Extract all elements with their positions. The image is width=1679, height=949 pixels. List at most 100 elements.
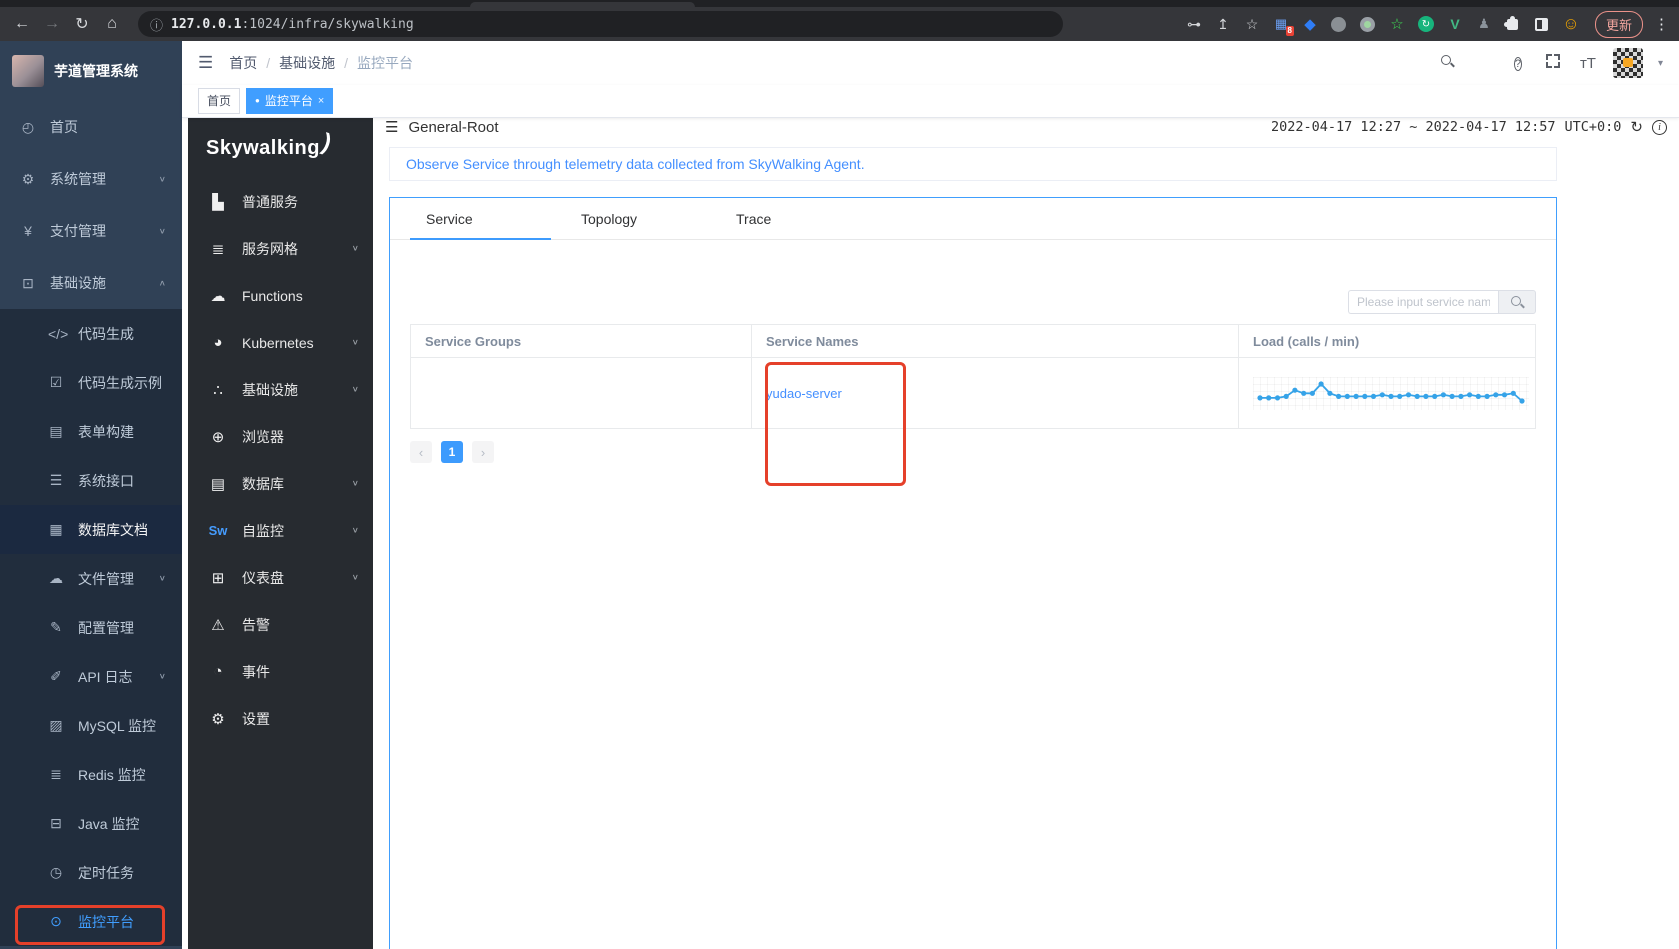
sidebar-item-codegen-demo[interactable]: ☑ 代码生成示例 — [0, 358, 182, 407]
extensions-puzzle-icon[interactable] — [1504, 15, 1522, 33]
sw-item-settings[interactable]: ⚙ 设置 — [188, 695, 373, 742]
sidebar-item-scheduled-jobs[interactable]: ◷ 定时任务 — [0, 848, 182, 897]
bookmark-star-icon[interactable]: ☆ — [1243, 16, 1261, 33]
search-input[interactable] — [1348, 290, 1498, 314]
sw-item-browser[interactable]: ⊕ 浏览器 — [188, 413, 373, 460]
user-avatar[interactable] — [1612, 48, 1643, 78]
panel-body: Service Groups Service Names Load (calls… — [390, 240, 1556, 463]
chart-icon: ▨ — [49, 717, 63, 733]
prev-page-button[interactable]: ‹ — [410, 441, 432, 463]
sw-item-alerting[interactable]: ⚠ 告警 — [188, 601, 373, 648]
extension-gem-icon[interactable]: ◆ — [1301, 15, 1319, 33]
forward-icon[interactable]: → — [40, 12, 64, 36]
screen-icon: ⊟ — [50, 815, 62, 831]
home-icon[interactable]: ⌂ — [100, 12, 124, 36]
sidebar-item-db-doc[interactable]: ▦ 数据库文档 — [0, 505, 182, 554]
site-info-icon[interactable]: ⓘ — [150, 15, 163, 34]
sidebar-item-api-interface[interactable]: ☰ 系统接口 — [0, 456, 182, 505]
sidebar-item-mysql-monitor[interactable]: ▨ MySQL 监控 — [0, 701, 182, 750]
dot-glyph — [1360, 16, 1376, 32]
next-page-button[interactable]: › — [472, 441, 494, 463]
breadcrumb-infra[interactable]: 基础设施 — [279, 53, 335, 73]
tab-trace[interactable]: Trace — [720, 198, 875, 239]
sw-item-self-monitor[interactable]: Sw 自监控 ∨ — [188, 507, 373, 554]
sw-item-kubernetes[interactable]: ◕ Kubernetes ∨ — [188, 319, 373, 366]
app-logo[interactable]: 芋道管理系统 — [0, 41, 182, 101]
tag-monitor-platform[interactable]: ● 监控平台 × — [246, 88, 334, 114]
address-bar[interactable]: ⓘ 127.0.0.1:1024/infra/skywalking — [138, 11, 1063, 37]
menu-fold-icon[interactable]: ☰ — [385, 118, 398, 136]
sidebar-item-file-mgmt[interactable]: ☁ 文件管理 ∨ — [0, 554, 182, 603]
avatar-dropdown-caret[interactable]: ▾ — [1658, 58, 1663, 69]
tag-home[interactable]: 首页 — [198, 88, 241, 114]
extension-circle-icon[interactable] — [1330, 15, 1348, 33]
tag-label: 监控平台 — [264, 94, 313, 108]
extension-star-icon[interactable]: ☆ — [1388, 15, 1406, 33]
sidebar-item-codegen[interactable]: </> 代码生成 — [0, 309, 182, 358]
back-icon[interactable]: ← — [10, 12, 34, 36]
extension-sync-icon[interactable]: ↻ — [1417, 15, 1435, 33]
time-range-picker[interactable]: 2022-04-17 12:27 ~ 2022-04-17 12:57 — [1271, 119, 1555, 135]
font-size-icon[interactable]: тT — [1578, 55, 1598, 72]
sw-item-database[interactable]: ▤ 数据库 ∨ — [188, 460, 373, 507]
tab-bar: Service Topology Trace — [390, 198, 1556, 240]
service-link[interactable]: yudao-server — [766, 386, 842, 401]
sidebar-item-config[interactable]: ✎ 配置管理 — [0, 603, 182, 652]
sidebar-collapse-icon[interactable]: ☰ — [198, 53, 213, 73]
chevron-down-icon: ∨ — [351, 244, 359, 253]
sw-item-dashboards[interactable]: ⊞ 仪表盘 ∨ — [188, 554, 373, 601]
fullscreen-icon[interactable] — [1543, 54, 1563, 72]
password-key-icon[interactable]: ⊶ — [1185, 16, 1203, 33]
extension-grid-icon[interactable]: ▦ 8 — [1272, 15, 1294, 36]
search-button[interactable] — [1498, 290, 1536, 314]
chevron-up-icon: ∧ — [158, 278, 166, 288]
info-icon[interactable]: i — [1652, 119, 1667, 135]
monitor-icon: ⊡ — [22, 274, 34, 291]
fullscreen-glyph — [1545, 54, 1560, 68]
search-icon[interactable] — [1438, 54, 1458, 72]
skywalking-logo[interactable]: Skywalking) — [188, 118, 373, 178]
tab-topology[interactable]: Topology — [565, 198, 720, 239]
close-icon[interactable]: × — [318, 89, 324, 113]
sidebar-item-infrastructure[interactable]: ⊡ 基础设施 ∧ — [0, 257, 182, 309]
extension-vue-devtools-icon[interactable]: V — [1446, 15, 1464, 33]
sidebar-item-redis-monitor[interactable]: ≣ Redis 监控 — [0, 750, 182, 799]
logo-avatar — [12, 55, 44, 87]
share-icon[interactable]: ↥ — [1214, 16, 1232, 33]
sw-label: 数据库 — [242, 475, 284, 492]
chrome-menu-icon[interactable]: ⋮ — [1654, 15, 1669, 33]
load-sparkline-chart — [1257, 380, 1525, 404]
sw-item-infrastructure[interactable]: ∴ 基础设施 ∨ — [188, 366, 373, 413]
breadcrumb-home[interactable]: 首页 — [229, 53, 257, 73]
breadcrumb-separator: / — [266, 55, 271, 71]
sidebar-item-api-log[interactable]: ✐ API 日志 ∨ — [0, 652, 182, 701]
reload-icon[interactable]: ↻ — [70, 12, 94, 36]
sidebar-item-java-monitor[interactable]: ⊟ Java 监控 — [0, 799, 182, 848]
url-text: 127.0.0.1:1024/infra/skywalking — [171, 17, 414, 32]
table-grid-icon: ▦ — [49, 521, 63, 537]
sw-item-general-service[interactable]: ▙ 普通服务 — [188, 178, 373, 225]
extension-figure-icon[interactable]: ♟ — [1475, 15, 1493, 33]
sidebar-item-payment[interactable]: ¥ 支付管理 ∨ — [0, 205, 182, 257]
browser-profile-avatar[interactable]: ☺ — [1562, 14, 1580, 33]
sw-item-functions[interactable]: ☁ Functions — [188, 272, 373, 319]
alert-icon: ⚠ — [211, 616, 225, 634]
timezone-label: UTC+0:0 — [1564, 119, 1622, 135]
sidebar-item-monitor-platform[interactable]: ⊙ 监控平台 — [0, 897, 182, 946]
browser-tab[interactable] — [470, 2, 695, 7]
extension-dot-icon[interactable] — [1359, 15, 1377, 33]
sw-label: Functions — [242, 287, 303, 304]
page-1-button[interactable]: 1 — [441, 441, 463, 463]
sw-item-service-mesh[interactable]: ≣ 服务网格 ∨ — [188, 225, 373, 272]
sidebar-item-home[interactable]: ◴ 首页 — [0, 101, 182, 153]
time-controls: 2022-04-17 12:27 ~ 2022-04-17 12:57 UTC+… — [1271, 118, 1667, 136]
sidebar-item-system[interactable]: ⚙ 系统管理 ∨ — [0, 153, 182, 205]
refresh-icon[interactable]: ↻ — [1630, 118, 1643, 136]
help-icon[interactable]: ? — [1508, 54, 1528, 72]
chrome-update-button[interactable]: 更新 — [1594, 10, 1643, 38]
sidebar-item-form-builder[interactable]: ▤ 表单构建 — [0, 407, 182, 456]
tab-service[interactable]: Service — [410, 198, 565, 240]
sw-label: 自监控 — [242, 522, 284, 539]
reading-mode-icon[interactable] — [1533, 15, 1551, 33]
sw-item-events[interactable]: ◔ 事件 — [188, 648, 373, 695]
